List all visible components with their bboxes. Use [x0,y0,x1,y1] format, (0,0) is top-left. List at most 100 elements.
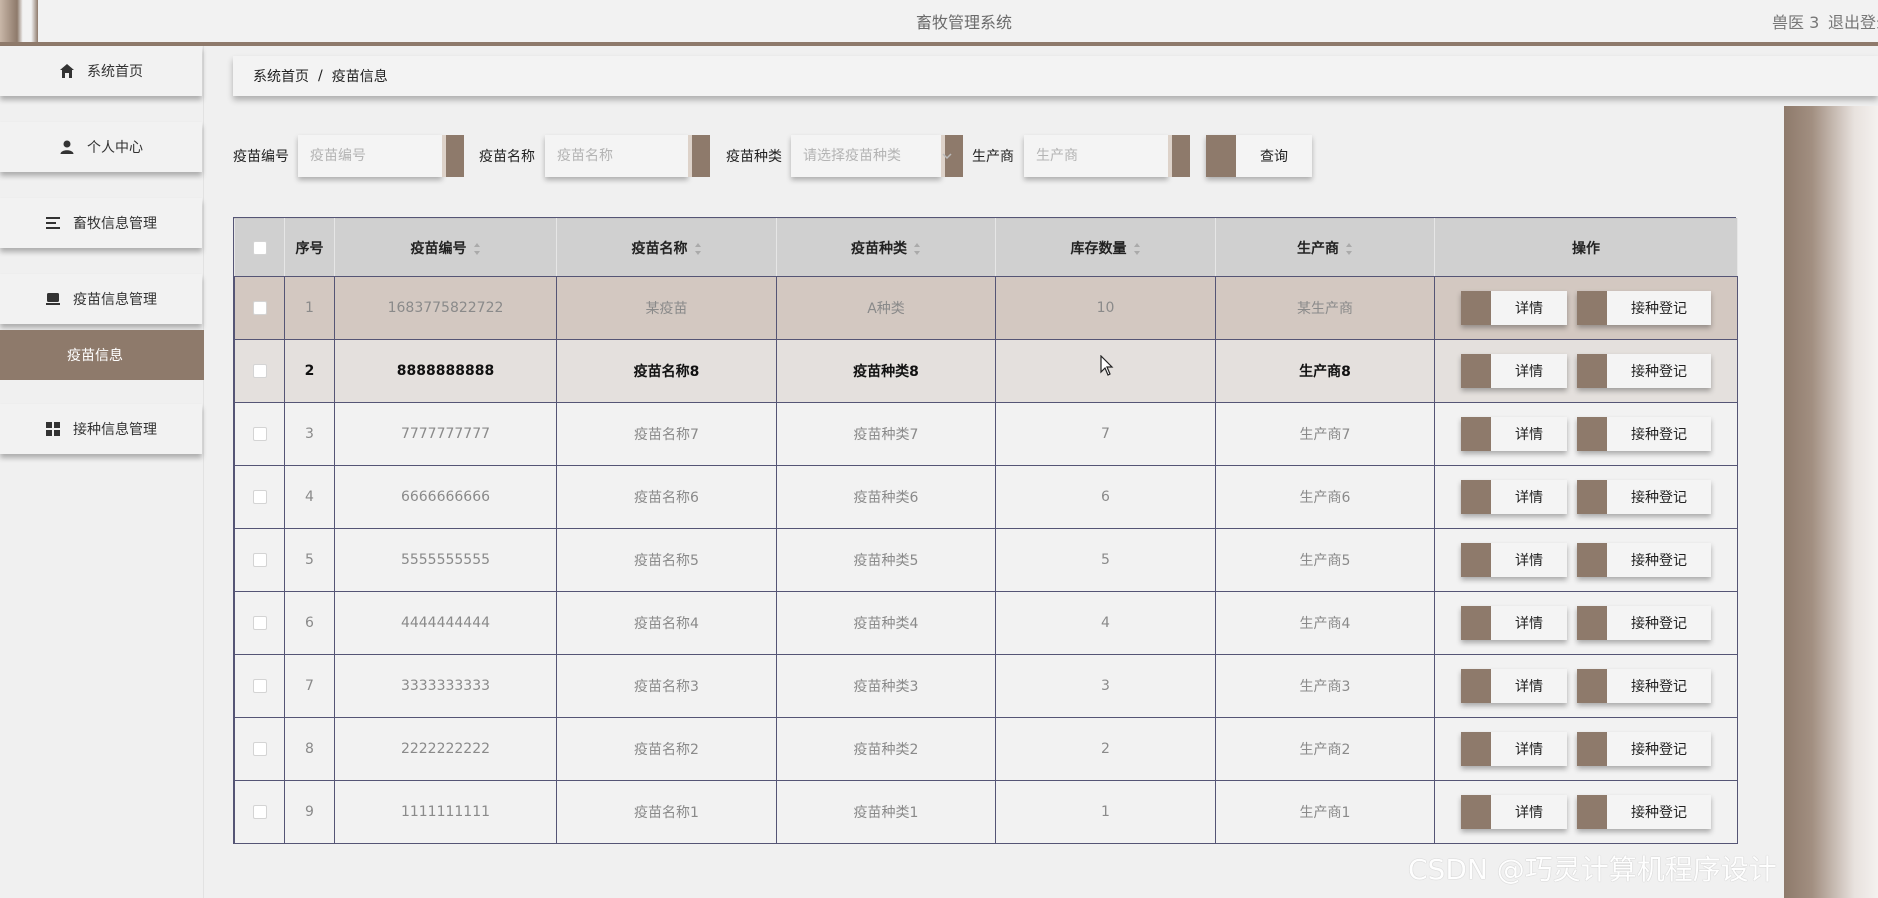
button-accent [1577,732,1607,766]
cell-type: 疫苗种类3 [776,654,996,718]
sort-icon[interactable] [913,242,921,256]
table-row[interactable]: 7 3333333333 疫苗名称3 疫苗种类3 3 生产商3 详情 接种登记 [234,654,1738,718]
sidebar-subitem-vaccine-info[interactable]: 疫苗信息 [0,330,204,380]
box-icon [46,293,60,305]
sort-icon[interactable] [694,242,702,256]
button-accent [1461,417,1491,451]
search-code-input[interactable] [298,135,442,177]
sidebar-item-personal-center[interactable]: 个人中心 [0,122,202,172]
table-row[interactable]: 1 1683775822722 某疫苗 A种类 10 某生产商 详情 接种登记 [234,276,1738,340]
row-checkbox[interactable] [252,679,267,693]
table-row[interactable]: 9 1111111111 疫苗名称1 疫苗种类1 1 生产商1 详情 接种登记 [234,780,1738,844]
sidebar-item-vaccine[interactable]: 疫苗信息管理 [0,274,202,324]
button-accent [1206,135,1236,177]
select-all-checkbox[interactable] [252,240,267,255]
detail-button[interactable]: 详情 [1461,417,1567,451]
logout-link[interactable]: 退出登录 [1828,9,1878,33]
input-accent [1168,135,1190,177]
register-button-label: 接种登记 [1631,490,1687,506]
table-row[interactable]: 2 8888888888 疫苗名称8 疫苗种类8 生产商8 详情 接种登记 [234,339,1738,403]
sort-icon[interactable] [1133,242,1141,256]
cell-ops: 详情 接种登记 [1434,402,1738,466]
table-row[interactable]: 5 5555555555 疫苗名称5 疫苗种类5 5 生产商5 详情 接种登记 [234,528,1738,592]
search-maker-label: 生产商 [972,149,1014,165]
sidebar-item-home[interactable]: 系统首页 [0,46,202,96]
cell-stock: 4 [995,591,1216,655]
row-checkbox[interactable] [252,427,267,441]
row-checkbox[interactable] [252,616,267,630]
sidebar-item-livestock[interactable]: 畜牧信息管理 [0,198,202,248]
search-type-select[interactable] [791,135,941,177]
row-checkbox[interactable] [252,742,267,756]
header-code[interactable]: 疫苗编号 [334,218,557,277]
detail-button[interactable]: 详情 [1461,354,1567,388]
cell-maker: 生产商6 [1215,465,1435,529]
detail-button[interactable]: 详情 [1461,795,1567,829]
row-checkbox[interactable] [252,805,267,819]
cell-maker: 生产商5 [1215,528,1435,592]
row-select-cell[interactable] [234,276,285,340]
row-checkbox[interactable] [252,553,267,567]
row-checkbox[interactable] [252,301,267,315]
detail-button[interactable]: 详情 [1461,543,1567,577]
row-select-cell[interactable] [234,402,285,466]
cell-index: 6 [284,591,335,655]
row-checkbox[interactable] [252,364,267,378]
search-name-label: 疫苗名称 [479,149,535,165]
detail-button[interactable]: 详情 [1461,606,1567,640]
cell-index: 2 [284,339,335,403]
detail-button[interactable]: 详情 [1461,480,1567,514]
select-all-header[interactable] [234,218,285,277]
row-select-cell[interactable] [234,339,285,403]
header-name[interactable]: 疫苗名称 [556,218,777,277]
sidebar-item-vaccination[interactable]: 接种信息管理 [0,404,202,454]
vaccination-register-button[interactable]: 接种登记 [1577,795,1711,829]
list-icon [46,217,60,229]
vaccination-register-button[interactable]: 接种登记 [1577,417,1711,451]
row-select-cell[interactable] [234,465,285,529]
detail-button[interactable]: 详情 [1461,669,1567,703]
detail-button[interactable]: 详情 [1461,291,1567,325]
row-select-cell[interactable] [234,528,285,592]
vaccination-register-button[interactable]: 接种登记 [1577,606,1711,640]
vaccination-register-button[interactable]: 接种登记 [1577,291,1711,325]
cell-name: 疫苗名称5 [556,528,777,592]
table-row[interactable]: 4 6666666666 疫苗名称6 疫苗种类6 6 生产商6 详情 接种登记 [234,465,1738,529]
sort-icon[interactable] [1345,242,1353,256]
row-select-cell[interactable] [234,717,285,781]
app-title: 畜牧管理系统 [915,13,1012,32]
breadcrumb-home[interactable]: 系统首页 [253,66,309,86]
query-button[interactable]: 查询 [1206,135,1312,177]
mouse-cursor-icon [1100,355,1114,376]
cell-type: 疫苗种类4 [776,591,996,655]
header-stock[interactable]: 库存数量 [995,218,1216,277]
button-accent [1577,606,1607,640]
input-accent [442,135,464,177]
header-index: 序号 [284,218,335,277]
table-row[interactable]: 3 7777777777 疫苗名称7 疫苗种类7 7 生产商7 详情 接种登记 [234,402,1738,466]
button-accent [1461,732,1491,766]
header-type[interactable]: 疫苗种类 [776,218,996,277]
cell-ops: 详情 接种登记 [1434,654,1738,718]
table-row[interactable]: 6 4444444444 疫苗名称4 疫苗种类4 4 生产商4 详情 接种登记 [234,591,1738,655]
vaccination-register-button[interactable]: 接种登记 [1577,669,1711,703]
search-name-input[interactable] [545,135,688,177]
row-select-cell[interactable] [234,591,285,655]
table-row[interactable]: 8 2222222222 疫苗名称2 疫苗种类2 2 生产商2 详情 接种登记 [234,717,1738,781]
cell-stock: 6 [995,465,1216,529]
vaccination-register-button[interactable]: 接种登记 [1577,543,1711,577]
vaccination-register-button[interactable]: 接种登记 [1577,354,1711,388]
search-maker-input[interactable] [1024,135,1168,177]
vaccination-register-button[interactable]: 接种登记 [1577,732,1711,766]
sort-icon[interactable] [473,242,481,256]
detail-button[interactable]: 详情 [1461,732,1567,766]
row-select-cell[interactable] [234,780,285,844]
header-maker[interactable]: 生产商 [1215,218,1435,277]
row-checkbox[interactable] [252,490,267,504]
vaccination-register-button[interactable]: 接种登记 [1577,480,1711,514]
row-select-cell[interactable] [234,654,285,718]
button-accent [1461,291,1491,325]
button-accent [1577,480,1607,514]
cell-stock: 3 [995,654,1216,718]
user-icon [60,140,74,154]
